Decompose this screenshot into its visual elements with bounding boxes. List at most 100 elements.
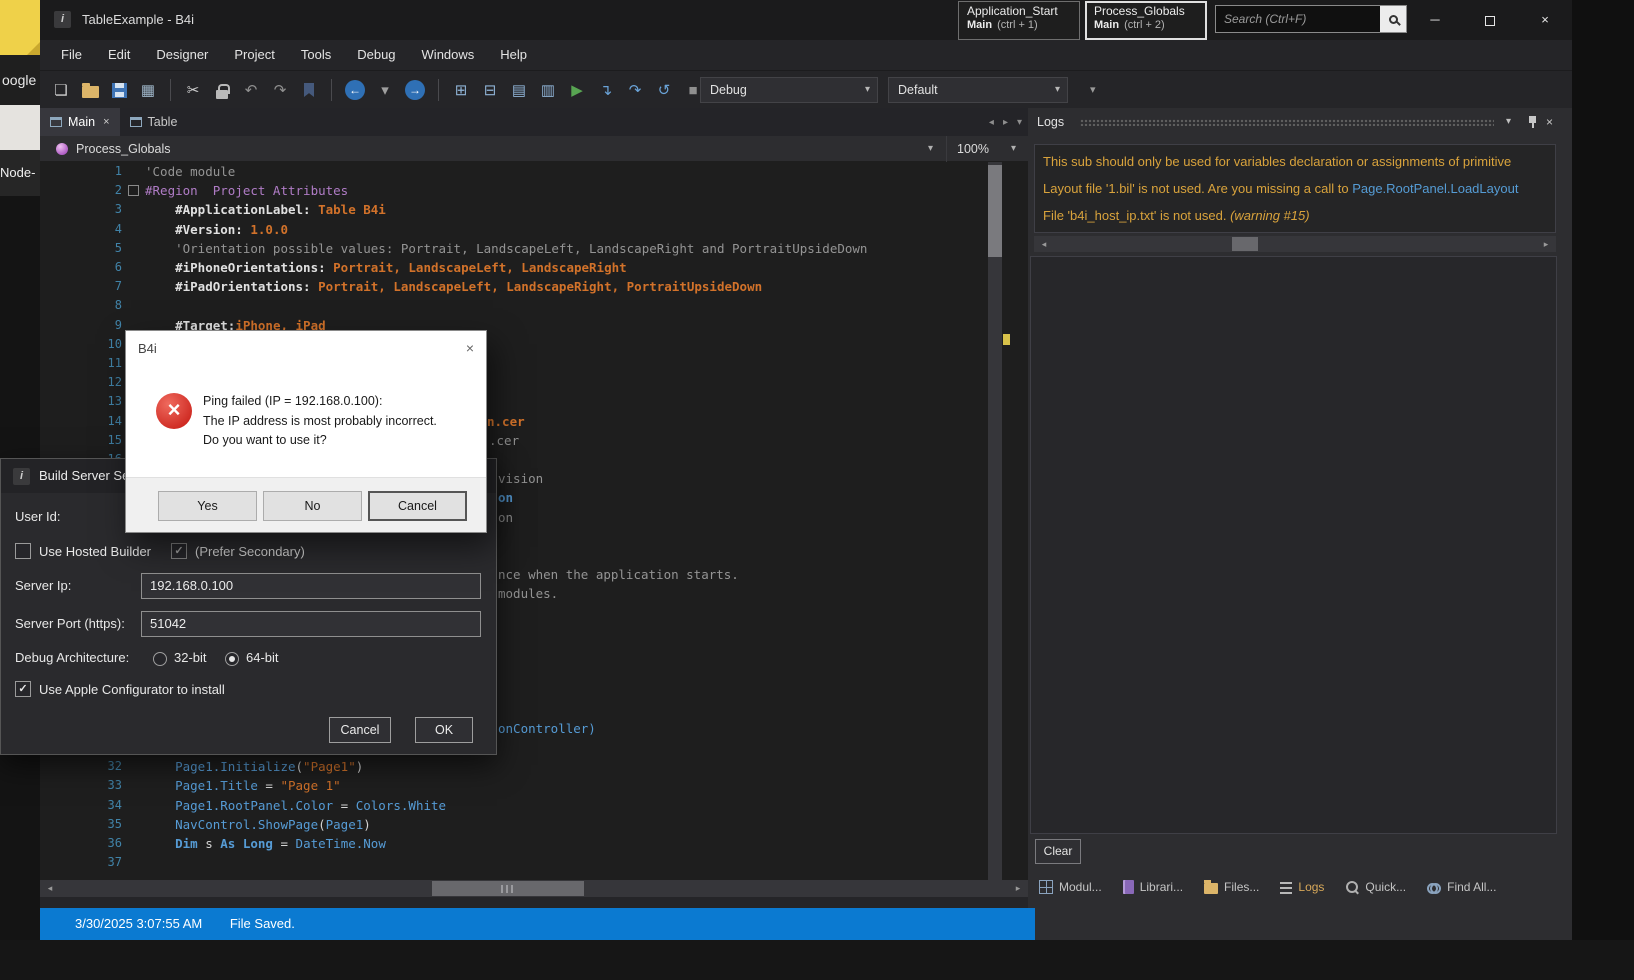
code-line[interactable]: 32 Page1.Initialize("Page1") xyxy=(40,757,1028,777)
step-out-icon[interactable]: ↺ xyxy=(655,79,673,101)
search-box[interactable]: Search (Ctrl+F) xyxy=(1215,5,1407,33)
scroll-right-icon[interactable]: ▸ xyxy=(1538,236,1554,252)
code-line[interactable]: 4 #Version: 1.0.0 xyxy=(40,220,1028,240)
server-port-field[interactable]: 51042 xyxy=(141,611,481,637)
horizontal-scrollbar-thumb[interactable] xyxy=(432,881,584,896)
code-line[interactable]: 6 #iPhoneOrientations: Portrait, Landsca… xyxy=(40,258,1028,278)
redo-icon[interactable]: ↷ xyxy=(271,79,289,101)
minimize-button[interactable]: ─ xyxy=(1408,0,1462,40)
search-input[interactable]: Search (Ctrl+F) xyxy=(1216,12,1380,26)
search-button[interactable] xyxy=(1380,6,1406,32)
panel-close-icon[interactable]: × xyxy=(1546,108,1553,136)
quick-tab-application_start[interactable]: Application_StartMain(ctrl + 1) xyxy=(958,1,1080,40)
scope-dropdown-icon[interactable]: ▾ xyxy=(928,136,933,162)
close-icon[interactable]: × xyxy=(466,331,474,366)
tab-list-icon[interactable]: ▾ xyxy=(1017,117,1022,128)
menu-help[interactable]: Help xyxy=(487,40,540,70)
use-hosted-builder-checkbox[interactable] xyxy=(15,543,31,559)
code-line[interactable]: 33 Page1.Title = "Page 1" xyxy=(40,776,1028,796)
back-history-dropdown-icon[interactable]: ▾ xyxy=(376,79,394,101)
code-line[interactable]: 7 #iPadOrientations: Portrait, Landscape… xyxy=(40,277,1028,297)
code-line[interactable]: 36 Dim s As Long = DateTime.Now xyxy=(40,834,1028,854)
deploy-profile-combo[interactable]: Default▾ xyxy=(888,77,1068,103)
run-icon[interactable]: ▶ xyxy=(568,79,586,101)
log-warning-line[interactable]: File 'b4i_host_ip.txt' is not used. (war… xyxy=(1043,202,1547,229)
close-button[interactable]: × xyxy=(1518,0,1572,40)
warnings-list[interactable]: This sub should only be used for variabl… xyxy=(1034,144,1556,233)
warnings-scrollbar-thumb[interactable] xyxy=(1232,237,1258,251)
toolbar-overflow-icon[interactable]: ▾ xyxy=(1090,83,1096,96)
scroll-tabs-right-icon[interactable]: ▸ xyxy=(1003,117,1008,128)
log-output-area[interactable] xyxy=(1030,256,1557,834)
panel-tab-librari[interactable]: Librari... xyxy=(1114,874,1192,900)
step-over-icon[interactable]: ↷ xyxy=(626,79,644,101)
scroll-left-icon[interactable]: ◂ xyxy=(42,880,58,897)
cancel-button[interactable]: Cancel xyxy=(329,717,391,743)
editor-vertical-scrollbar[interactable] xyxy=(988,162,1002,880)
code-line[interactable]: 37 xyxy=(40,853,1028,873)
log-warning-line[interactable]: This sub should only be used for variabl… xyxy=(1043,148,1547,175)
arch-64bit-radio[interactable] xyxy=(225,652,239,666)
save-all-icon[interactable]: ▦ xyxy=(139,79,157,101)
panel-tab-files[interactable]: Files... xyxy=(1195,874,1268,900)
panel-drag-grip[interactable] xyxy=(1080,119,1494,126)
undo-icon[interactable]: ↶ xyxy=(242,79,260,101)
tab-table[interactable]: Table xyxy=(120,108,188,136)
cut-icon[interactable]: ✂ xyxy=(184,79,202,101)
indent-icon[interactable]: ▤ xyxy=(510,79,528,101)
zoom-selector[interactable]: 100%▾ xyxy=(946,136,1024,162)
warnings-horizontal-scrollbar[interactable]: ◂ ▸ xyxy=(1034,236,1556,252)
build-configuration-combo[interactable]: Debug▾ xyxy=(700,77,878,103)
close-tab-icon[interactable]: × xyxy=(103,116,109,128)
scope-selector[interactable]: Process_Globals xyxy=(76,136,171,162)
pin-icon[interactable] xyxy=(1527,115,1537,129)
quick-tab-process_globals[interactable]: Process_GlobalsMain(ctrl + 2) xyxy=(1085,1,1207,40)
code-line[interactable]: 8 xyxy=(40,296,1028,316)
menu-edit[interactable]: Edit xyxy=(95,40,143,70)
step-into-icon[interactable]: ↴ xyxy=(597,79,615,101)
no-button[interactable]: No xyxy=(263,491,362,521)
code-line[interactable]: 2#Region Project Attributes xyxy=(40,181,1028,201)
code-line[interactable]: 5 'Orientation possible values: Portrait… xyxy=(40,239,1028,259)
menu-debug[interactable]: Debug xyxy=(344,40,408,70)
panel-menu-icon[interactable]: ▾ xyxy=(1506,108,1511,136)
code-line[interactable]: 1'Code module xyxy=(40,162,1028,182)
clear-logs-button[interactable]: Clear xyxy=(1035,839,1081,864)
code-line[interactable]: 34 Page1.RootPanel.Color = Colors.White xyxy=(40,796,1028,816)
scroll-right-icon[interactable]: ▸ xyxy=(1010,880,1026,897)
vertical-scrollbar-thumb[interactable] xyxy=(988,165,1002,257)
panel-tab-findall[interactable]: Find All... xyxy=(1418,874,1505,900)
prefer-secondary-checkbox[interactable] xyxy=(171,543,187,559)
tab-main[interactable]: Main× xyxy=(40,108,120,136)
log-warning-line[interactable]: Layout file '1.bil' is not used. Are you… xyxy=(1043,175,1547,202)
menu-tools[interactable]: Tools xyxy=(288,40,344,70)
ok-button[interactable]: OK xyxy=(415,717,473,743)
outdent-icon[interactable]: ▥ xyxy=(539,79,557,101)
comment-block-icon[interactable]: ⊞ xyxy=(452,79,470,101)
panel-tab-logs[interactable]: Logs xyxy=(1271,874,1333,900)
navigate-forward-icon[interactable]: → xyxy=(405,79,425,101)
maximize-button[interactable] xyxy=(1462,0,1518,40)
menu-windows[interactable]: Windows xyxy=(409,40,488,70)
open-project-icon[interactable] xyxy=(81,79,99,101)
bookmark-icon[interactable] xyxy=(300,79,318,101)
editor-horizontal-scrollbar[interactable]: ◂ ▸ xyxy=(40,880,1028,897)
panel-tab-quick[interactable]: Quick... xyxy=(1336,874,1415,900)
menu-project[interactable]: Project xyxy=(221,40,287,70)
fold-toggle[interactable] xyxy=(128,185,139,196)
new-file-icon[interactable]: ❏ xyxy=(52,79,70,101)
apple-configurator-checkbox[interactable] xyxy=(15,681,31,697)
yes-button[interactable]: Yes xyxy=(158,491,257,521)
code-line[interactable]: 3 #ApplicationLabel: Table B4i xyxy=(40,200,1028,220)
save-icon[interactable] xyxy=(110,79,128,101)
lock-icon[interactable] xyxy=(213,79,231,101)
scroll-tabs-left-icon[interactable]: ◂ xyxy=(989,117,994,128)
panel-tab-modul[interactable]: Modul... xyxy=(1030,874,1111,900)
code-line[interactable]: 35 NavControl.ShowPage(Page1) xyxy=(40,815,1028,835)
navigate-back-icon[interactable]: ← xyxy=(345,79,365,101)
server-ip-field[interactable]: 192.168.0.100 xyxy=(141,573,481,599)
arch-32bit-radio[interactable] xyxy=(153,652,167,666)
uncomment-block-icon[interactable]: ⊟ xyxy=(481,79,499,101)
scroll-left-icon[interactable]: ◂ xyxy=(1036,236,1052,252)
menu-designer[interactable]: Designer xyxy=(143,40,221,70)
